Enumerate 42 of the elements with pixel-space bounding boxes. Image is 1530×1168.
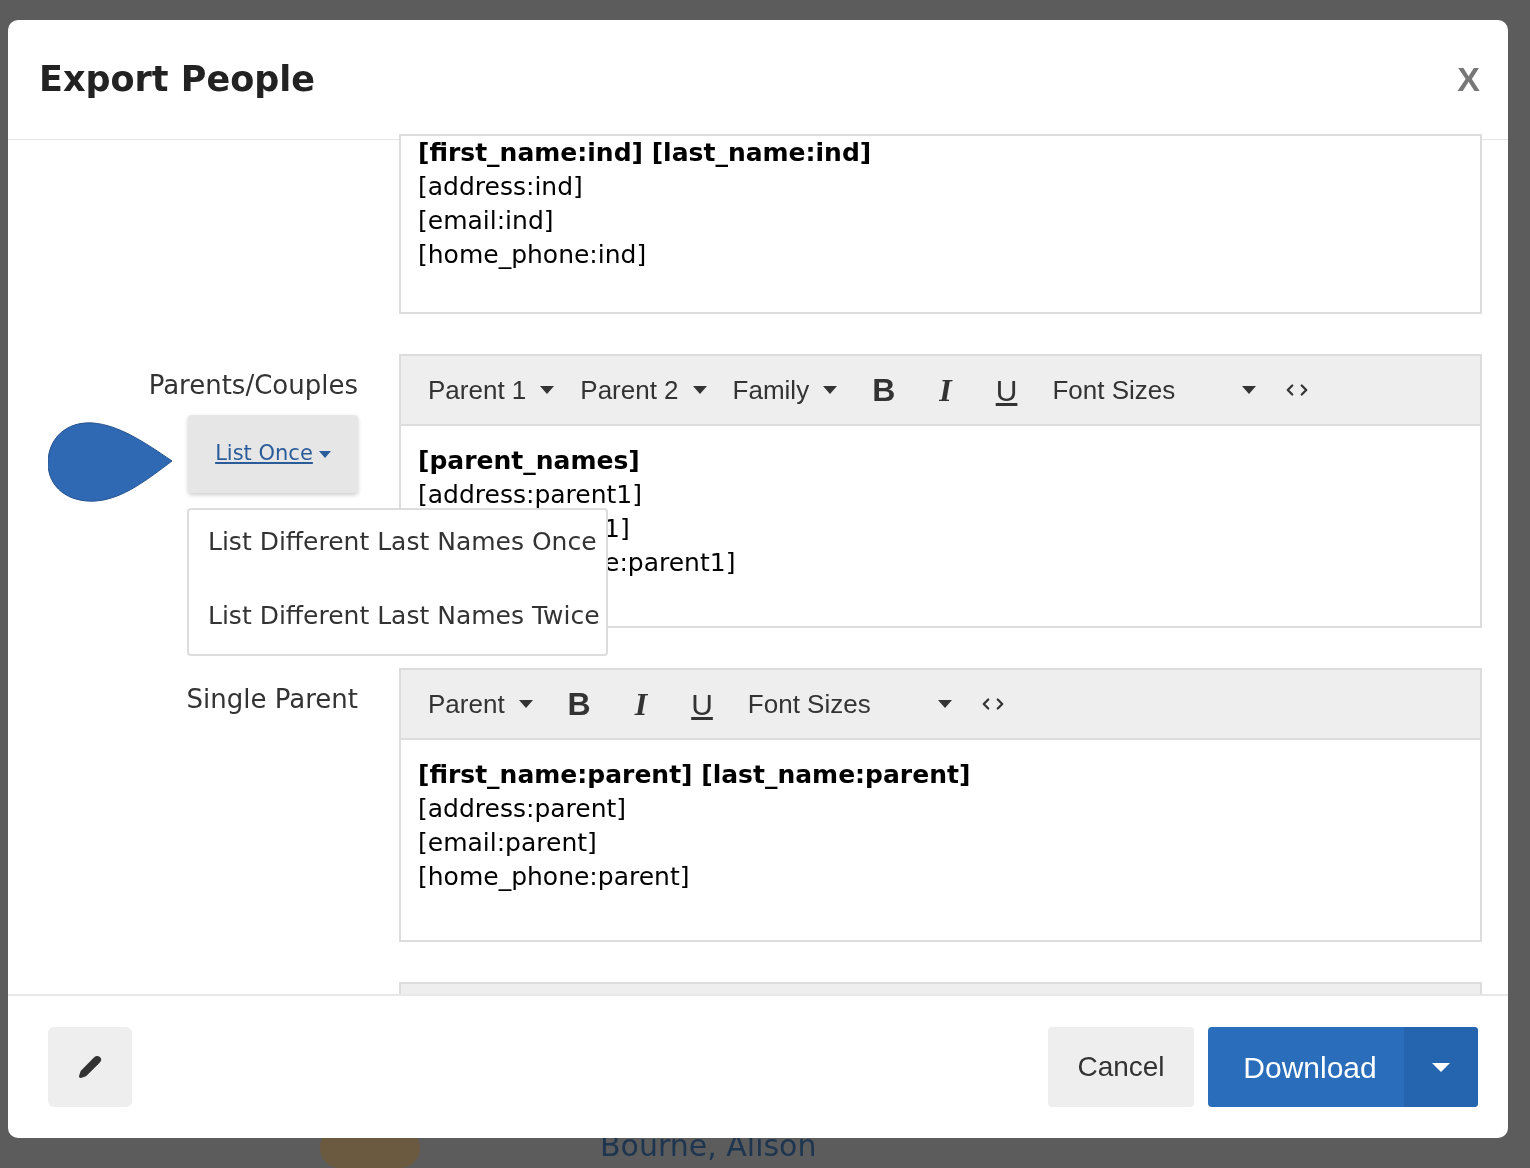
underline-button[interactable]: U xyxy=(669,681,735,727)
caret-icon xyxy=(518,700,533,708)
underline-button[interactable]: U xyxy=(973,367,1040,413)
toolbar-menu[interactable]: Family xyxy=(719,370,851,410)
caret-icon xyxy=(692,386,707,394)
caret-icon xyxy=(1432,1062,1450,1072)
caret-icon xyxy=(1242,386,1257,394)
editor-body[interactable]: [first_name:parent] [last_name:parent] [address:parent] [email:parent] [home_phone:parent] xyxy=(401,740,1480,940)
template-line: [email:parent] xyxy=(418,827,597,859)
toolbar-menu[interactable]: Parent 2 xyxy=(567,370,720,410)
caret-icon xyxy=(540,386,555,394)
italic-button[interactable]: I xyxy=(917,366,974,414)
pencil-icon xyxy=(78,1055,102,1079)
close-button[interactable]: X xyxy=(1457,54,1480,105)
download-button[interactable]: Download xyxy=(1208,1027,1404,1107)
template-line: [first_name:ind] [last_name:ind] xyxy=(418,137,872,169)
template-line: [email:ind] xyxy=(418,205,554,237)
dropdown-menu-item[interactable]: List Different Last Names Twice xyxy=(189,598,606,634)
font-size-select[interactable]: Font Sizes xyxy=(1039,370,1270,410)
italic-button[interactable]: I xyxy=(612,680,670,728)
template-line: [address:ind] xyxy=(418,171,583,203)
toolbar-menu[interactable]: Parent 1 xyxy=(415,370,568,410)
caret-icon xyxy=(318,450,331,458)
bold-button[interactable]: B xyxy=(545,680,613,728)
edit-button[interactable] xyxy=(48,1027,132,1107)
section-label: Parents/Couples xyxy=(148,369,358,402)
editor-body[interactable]: [first_name:ind] [last_name:ind] [address:ind] [email:ind] [home_phone:ind] xyxy=(401,136,1480,312)
pointer-marker-icon xyxy=(48,421,174,505)
template-line: [home_phone:parent] xyxy=(418,861,690,893)
caret-icon xyxy=(937,700,952,708)
template-line: [address:parent] xyxy=(418,793,627,825)
list-option-dropdown[interactable]: List Once xyxy=(188,415,358,493)
dialog-title: Export People xyxy=(39,58,315,102)
font-size-select[interactable]: Font Sizes xyxy=(734,684,965,724)
bold-button[interactable]: B xyxy=(850,366,918,414)
caret-icon xyxy=(823,386,838,394)
cancel-button[interactable]: Cancel xyxy=(1048,1027,1194,1107)
dropdown-menu-item[interactable]: List Different Last Names Once xyxy=(189,524,606,560)
toolbar-menu[interactable]: Parent xyxy=(415,684,546,724)
template-line: [first_name:parent] [last_name:parent] xyxy=(418,759,971,791)
section-label: Single Parent xyxy=(186,683,358,716)
template-line: [home_phone:ind] xyxy=(418,239,647,271)
